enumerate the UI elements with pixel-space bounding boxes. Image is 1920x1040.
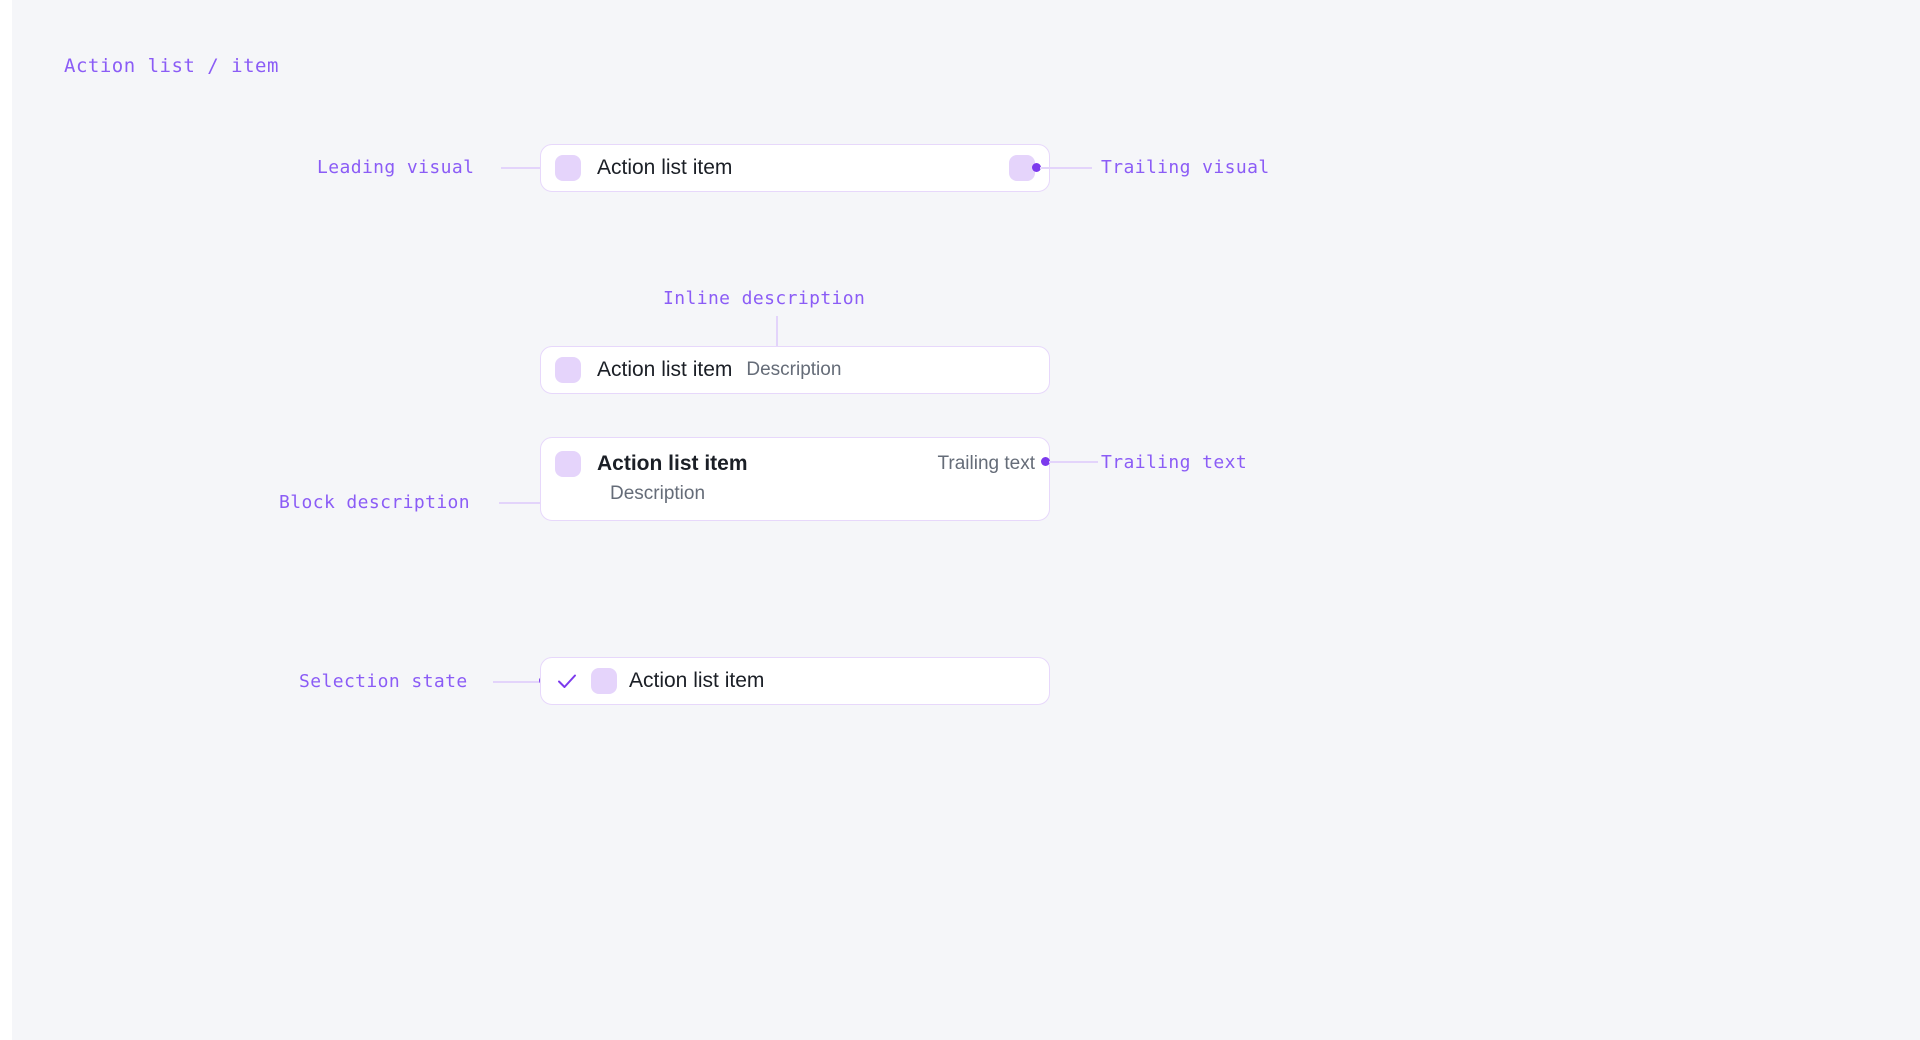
annotation-trailing-text: Trailing text bbox=[1101, 452, 1248, 473]
action-list-item-card-leading-trailing[interactable]: Action list item bbox=[540, 144, 1050, 192]
leading-visual-icon bbox=[555, 155, 581, 181]
action-list-item-card-selection-state[interactable]: Action list item bbox=[540, 657, 1050, 705]
action-list-item-inline-description: Description bbox=[746, 359, 842, 380]
annotation-trailing-visual: Trailing visual bbox=[1101, 157, 1270, 178]
leading-visual-icon bbox=[591, 668, 617, 694]
action-list-item-title: Action list item bbox=[629, 669, 765, 692]
connector-trailing-text bbox=[1049, 461, 1098, 463]
page-title: Action list / item bbox=[64, 55, 279, 77]
action-list-item-trailing-text: Trailing text bbox=[937, 453, 1036, 474]
action-list-item-block-description: Description bbox=[610, 483, 706, 504]
action-list-item-main-row: Action list item Trailing text bbox=[555, 451, 1035, 477]
action-list-item-card-block-description[interactable]: Action list item Trailing text Descripti… bbox=[540, 437, 1050, 521]
design-spec-canvas: Action list / item Leading visual Action… bbox=[0, 0, 1920, 1040]
annotation-leading-visual: Leading visual bbox=[317, 157, 475, 178]
action-list-item-title: Action list item bbox=[597, 358, 733, 381]
annotation-inline-description: Inline description bbox=[663, 288, 866, 309]
action-list-item-card-inline-description[interactable]: Action list item Description bbox=[540, 346, 1050, 394]
annotation-selection-state: Selection state bbox=[299, 671, 468, 692]
action-list-item-title: Action list item bbox=[597, 156, 733, 179]
leading-visual-icon bbox=[555, 451, 581, 477]
action-list-item-title: Action list item bbox=[597, 452, 748, 475]
annotation-block-description: Block description bbox=[279, 492, 471, 513]
leading-visual-icon bbox=[555, 357, 581, 383]
check-icon bbox=[558, 674, 576, 688]
connector-trailing-visual bbox=[1040, 167, 1092, 169]
